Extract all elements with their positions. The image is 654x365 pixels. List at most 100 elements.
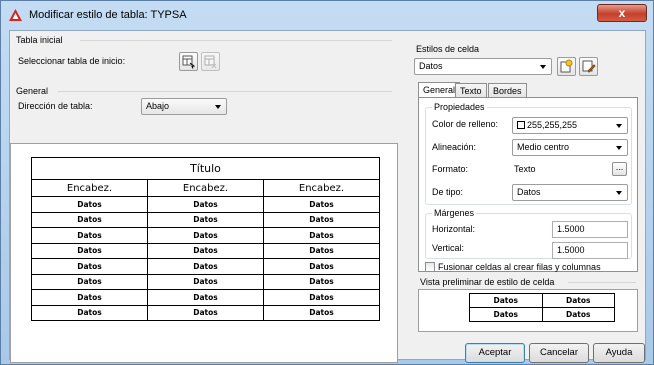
new-cell-style-icon <box>560 59 573 73</box>
select-table-button[interactable] <box>179 52 198 71</box>
type-select[interactable]: Datos <box>512 184 628 201</box>
table-data-cell: Datos <box>147 289 264 306</box>
tab-bordes-label: Bordes <box>493 86 522 96</box>
alignment-label: Alineación: <box>432 142 477 152</box>
table-data-cell: Datos <box>263 196 380 213</box>
manage-cell-styles-button[interactable] <box>579 57 598 76</box>
properties-label: Propiedades <box>432 102 487 112</box>
cancel-button[interactable]: Cancelar <box>529 343 589 363</box>
cell-styles-label: Estilos de celda <box>416 44 480 54</box>
cell-style-preview-label: Vista preliminar de estilo de celda <box>420 277 555 287</box>
divider <box>568 282 636 283</box>
alignment-value: Medio centro <box>517 142 570 152</box>
cell-style-preview: Datos Datos Datos Datos <box>418 289 638 332</box>
type-value: Datos <box>517 187 541 197</box>
direction-label: Dirección de tabla: <box>18 101 93 111</box>
chevron-down-icon <box>616 124 622 128</box>
help-button[interactable]: Ayuda <box>593 343 645 363</box>
table-data-cell: Datos <box>31 196 148 213</box>
table-preview: Título Encabez. Encabez. Encabez. Datos Datos… <box>10 143 398 363</box>
table-data-cell: Datos <box>147 211 264 228</box>
table-data-cell: Datos <box>147 304 264 321</box>
table-data-cell: Datos <box>263 273 380 290</box>
cell-style-preview-table: Datos Datos Datos Datos <box>469 293 615 322</box>
remove-table-icon <box>204 55 217 69</box>
window-title: Modificar estilo de tabla: TYPSA <box>29 9 187 21</box>
merge-cells-checkbox[interactable] <box>425 262 435 272</box>
table-row: Datos Datos Datos <box>31 211 380 228</box>
table-data-cell: Datos <box>263 258 380 275</box>
close-icon: x <box>618 6 626 20</box>
horizontal-margin-input[interactable]: 1.5000 <box>552 221 628 238</box>
table-data-cell: Datos <box>31 211 148 228</box>
select-table-icon <box>182 55 196 69</box>
format-label: Formato: <box>432 164 469 174</box>
vertical-margin-value: 1.5000 <box>557 245 585 255</box>
table-data-cell: Datos <box>263 227 380 244</box>
title-bar[interactable]: Modificar estilo de tabla: TYPSA x <box>1 1 653 29</box>
table-row: Datos Datos Datos <box>31 273 380 290</box>
cell-style-value: Datos <box>419 61 443 71</box>
vertical-margin-input[interactable]: 1.5000 <box>552 242 628 259</box>
table-data-cell: Datos <box>31 289 148 306</box>
table-data-cell: Datos <box>263 242 380 259</box>
table-row: Datos Datos Datos <box>31 242 380 259</box>
table-data-cell: Datos <box>31 258 148 275</box>
new-cell-style-button[interactable] <box>557 57 576 76</box>
close-button[interactable]: x <box>597 4 647 22</box>
table-data-cell: Datos <box>263 289 380 306</box>
table-title-cell: Título <box>31 157 380 180</box>
cell-style-select[interactable]: Datos <box>414 58 552 75</box>
table-data-cell: Datos <box>147 242 264 259</box>
preview-table: Título Encabez. Encabez. Encabez. Datos Datos… <box>31 157 380 321</box>
table-row: Datos Datos Datos <box>31 227 380 244</box>
table-row: Datos Datos Datos <box>31 304 380 321</box>
chevron-down-icon <box>616 191 622 195</box>
type-label: De tipo: <box>432 187 464 197</box>
select-start-table-label: Seleccionar tabla de inicio: <box>18 56 126 66</box>
fill-color-label: Color de relleno: <box>432 119 499 129</box>
table-data-cell: Datos <box>147 273 264 290</box>
ellipsis-icon: ... <box>615 162 624 172</box>
accept-button[interactable]: Aceptar <box>465 343 525 363</box>
table-row: Datos Datos Datos <box>31 258 380 275</box>
autocad-app-icon <box>9 9 22 21</box>
format-options-button[interactable]: ... <box>612 162 627 176</box>
horizontal-margin-label: Horizontal: <box>432 224 476 234</box>
preview-cell: Datos <box>469 307 543 322</box>
remove-table-button[interactable] <box>201 52 220 71</box>
table-data-cell: Datos <box>31 304 148 321</box>
margins-group: Márgenes Horizontal: 1.5000 Vertical: 1.… <box>425 208 632 259</box>
divider <box>58 91 392 92</box>
table-data-cell: Datos <box>147 196 264 213</box>
chevron-down-icon <box>215 105 221 109</box>
direction-value: Abajo <box>146 101 170 111</box>
table-header-cell: Encabez. <box>147 179 264 197</box>
fill-color-value: 255,255,255 <box>527 120 578 130</box>
table-header-cell: Encabez. <box>31 179 148 197</box>
table-header-cell: Encabez. <box>263 179 380 197</box>
format-value: Texto <box>514 164 536 174</box>
general-label: General <box>16 86 49 96</box>
horizontal-margin-value: 1.5000 <box>557 224 585 234</box>
dialog-client-area: Tabla inicial Seleccionar tabla de inici… <box>9 30 646 363</box>
tab-general-label: General <box>423 85 456 95</box>
table-data-cell: Datos <box>31 242 148 259</box>
table-row: Datos Datos Datos <box>31 289 380 306</box>
chevron-down-icon <box>616 146 622 150</box>
color-swatch <box>517 121 525 129</box>
table-data-cell: Datos <box>263 304 380 321</box>
alignment-select[interactable]: Medio centro <box>512 139 628 156</box>
manage-cell-styles-icon <box>582 60 596 73</box>
merge-cells-label: Fusionar celdas al crear filas y columna… <box>438 262 601 272</box>
direction-select[interactable]: Abajo <box>141 98 227 115</box>
dialog-window: Modificar estilo de tabla: TYPSA x Tabla… <box>0 0 654 365</box>
fill-color-select[interactable]: 255,255,255 <box>512 117 628 134</box>
vertical-margin-label: Vertical: <box>432 243 465 253</box>
table-row: Datos Datos Datos <box>31 196 380 213</box>
chevron-down-icon <box>540 65 546 69</box>
table-data-cell: Datos <box>31 273 148 290</box>
tab-texto-label: Texto <box>460 86 482 96</box>
table-data-cell: Datos <box>147 258 264 275</box>
properties-group: Propiedades Color de relleno: 255,255,25… <box>425 102 632 205</box>
